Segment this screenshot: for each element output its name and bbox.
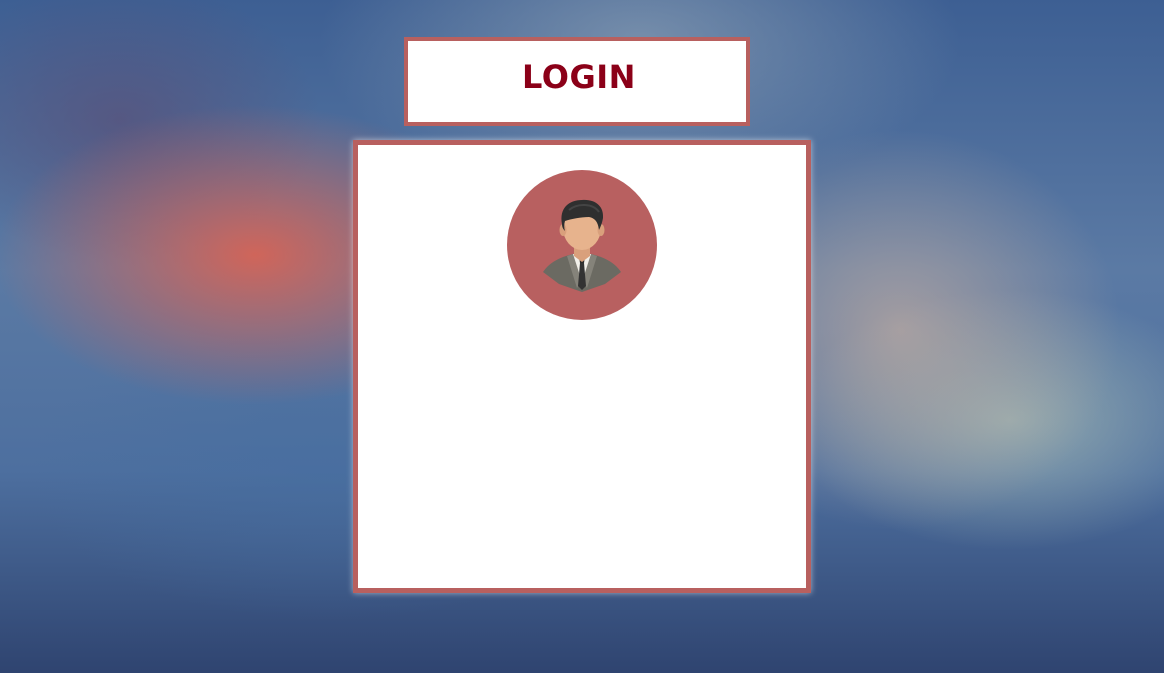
login-title-box: LOGIN [404,37,750,126]
login-card [353,140,811,593]
page-title: LOGIN [522,57,636,96]
user-avatar-icon [507,170,657,320]
